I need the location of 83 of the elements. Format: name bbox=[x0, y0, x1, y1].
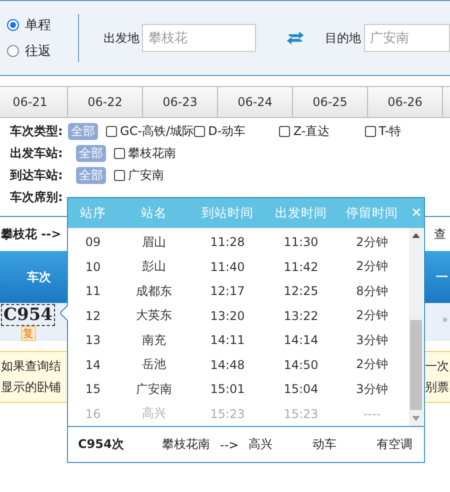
table-cell-text: 大英东 bbox=[135, 307, 173, 324]
from-station: 攀枝花南 bbox=[162, 436, 210, 453]
to-field[interactable]: 广安南 bbox=[364, 24, 450, 52]
date-tab[interactable]: 06-25 bbox=[293, 87, 368, 117]
table-cell-text: 12:17 bbox=[209, 284, 246, 298]
notice-text: 如果查询结 bbox=[1, 358, 61, 375]
filter-label: 车次类型: bbox=[10, 122, 64, 140]
table-cell-text: 14:14 bbox=[282, 333, 320, 348]
date-tab[interactable]: 06-21 bbox=[0, 87, 68, 117]
table-cell-text: 高兴 bbox=[141, 405, 167, 422]
table-cell-text: 3分钟 bbox=[355, 380, 389, 398]
to-station: 高兴 bbox=[248, 436, 273, 453]
table-cell-text: 13:20 bbox=[209, 308, 246, 323]
option-label: Z-直达 bbox=[293, 122, 330, 140]
table-cell-text: 14:48 bbox=[209, 358, 246, 372]
filter-label: 车次席别: bbox=[10, 188, 64, 206]
radio-label: 单程 bbox=[25, 17, 51, 34]
option-label: 攀枝花南 bbox=[128, 144, 176, 162]
table-cell-text: 眉山 bbox=[141, 234, 167, 251]
table-cell-text: ---- bbox=[362, 406, 382, 421]
column-header: 车次 bbox=[27, 268, 51, 286]
to-label: 目的地 bbox=[325, 30, 362, 46]
filter-label: 到达车站: bbox=[10, 166, 64, 184]
table-cell-text: 南充 bbox=[141, 332, 167, 349]
table-cell-text: 15:23 bbox=[282, 406, 320, 421]
table-cell-text: 09 bbox=[84, 235, 102, 250]
table-cell-text: 13:22 bbox=[282, 308, 320, 323]
date-tab[interactable]: 06-26 bbox=[368, 87, 443, 117]
table-cell-text: 11:28 bbox=[209, 235, 246, 250]
option-label: GC-高铁/城际 bbox=[120, 122, 194, 140]
notice-text: 别票 bbox=[425, 379, 449, 396]
option-label: 广安南 bbox=[128, 166, 164, 184]
table-cell-text: 2分钟 bbox=[355, 307, 389, 324]
option-label: T-特 bbox=[378, 122, 402, 140]
table-cell-text: 成都东 bbox=[135, 282, 173, 300]
from-field[interactable]: 攀枝花 bbox=[142, 24, 256, 52]
table-cell-text: 11 bbox=[84, 284, 102, 298]
badge: 复 bbox=[20, 326, 36, 341]
notice-text: 显示的卧铺 bbox=[1, 379, 61, 396]
table-cell-text: 彭山 bbox=[141, 258, 167, 276]
train-type: 动车 bbox=[312, 436, 337, 453]
table-cell-text: 12:25 bbox=[282, 284, 320, 298]
column-header: 出发时间 bbox=[274, 204, 328, 222]
arrow-text: --> bbox=[220, 438, 239, 452]
table-cell-text: 15:01 bbox=[209, 382, 246, 396]
from-label: 出发地 bbox=[103, 30, 140, 46]
date-tab[interactable]: 06-24 bbox=[218, 87, 293, 117]
date-tab[interactable]: 06-22 bbox=[68, 87, 143, 117]
table-cell-text: 12 bbox=[84, 308, 102, 323]
table-cell-text: 11:40 bbox=[209, 260, 246, 274]
table-cell-text: 10 bbox=[84, 260, 102, 274]
table-cell-text: 14:50 bbox=[282, 358, 320, 372]
table-cell-text: 2分钟 bbox=[355, 258, 389, 276]
seat-cell: * bbox=[442, 315, 448, 329]
table-cell-text: 15:04 bbox=[282, 382, 320, 396]
filter-label: 出发车站: bbox=[10, 144, 64, 162]
route-text: 攀枝花 --> bbox=[1, 226, 62, 242]
table-cell-text: 15 bbox=[84, 382, 102, 396]
table-cell-text: 2分钟 bbox=[355, 356, 389, 374]
column-header: 站序 bbox=[79, 204, 107, 222]
query-text: 查 bbox=[434, 226, 446, 242]
column-header: 一 bbox=[436, 268, 448, 286]
table-cell-text: 14 bbox=[84, 358, 102, 372]
table-cell-text: 2分钟 bbox=[355, 234, 389, 251]
train-number: C954次 bbox=[78, 436, 125, 453]
date-tab[interactable]: 06-23 bbox=[143, 87, 218, 117]
table-cell-text: 8分钟 bbox=[355, 282, 389, 300]
table-cell-text: 11:30 bbox=[282, 235, 320, 250]
table-cell-text: 15:23 bbox=[209, 406, 246, 421]
table-cell-text: 11:42 bbox=[282, 260, 320, 274]
column-header: 到站时间 bbox=[200, 204, 254, 222]
column-header: 停留时间 bbox=[345, 204, 399, 222]
table-cell-text: 14:11 bbox=[209, 333, 246, 348]
radio-label: 往返 bbox=[25, 43, 51, 60]
table-cell-text: 岳池 bbox=[141, 356, 167, 374]
air-condition-text: 有空调 bbox=[376, 436, 413, 453]
column-header: 站名 bbox=[140, 204, 168, 222]
table-cell-text: 13 bbox=[84, 333, 102, 348]
notice-text: 一次 bbox=[425, 358, 449, 375]
table-cell-text: 3分钟 bbox=[355, 332, 389, 349]
table-cell-text: 16 bbox=[84, 406, 102, 421]
table-cell-text: 广安南 bbox=[135, 380, 173, 398]
option-label: D-动车 bbox=[208, 122, 246, 140]
